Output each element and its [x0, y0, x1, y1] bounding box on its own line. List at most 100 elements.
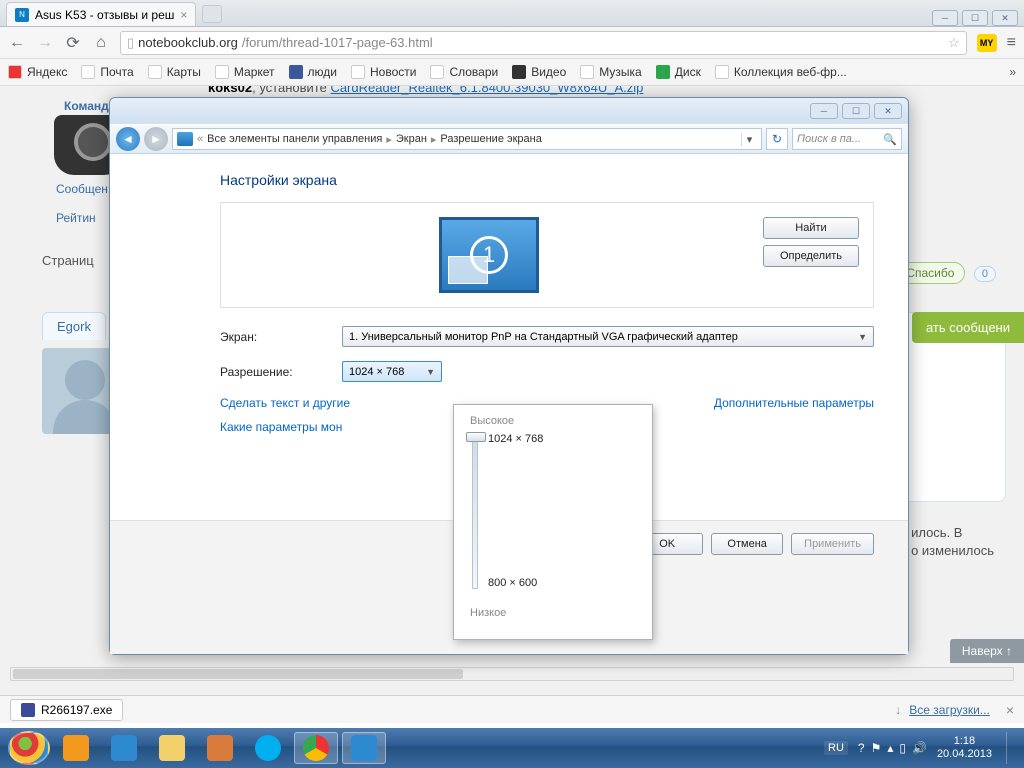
taskbar-item-explorer[interactable] [150, 732, 194, 764]
new-message-button[interactable]: ать сообщени [912, 312, 1024, 343]
scrollbar-thumb[interactable] [13, 669, 463, 679]
chevron-icon: « [197, 133, 203, 145]
scroll-top-button[interactable]: Наверх ↑ [950, 639, 1024, 663]
nav-back-icon[interactable]: ◄ [116, 127, 140, 151]
bookmarks-overflow-icon[interactable]: » [1009, 65, 1016, 79]
media-player-icon [63, 735, 89, 761]
bookmark-favicon [289, 65, 303, 79]
window-close-icon[interactable]: ✕ [874, 103, 902, 119]
bookmark-item[interactable]: Почта [81, 65, 133, 79]
resolution-label: Разрешение: [220, 365, 342, 379]
resolution-slider[interactable] [472, 433, 478, 589]
slider-thumb[interactable] [466, 432, 486, 442]
chrome-minimize-icon[interactable]: ─ [932, 10, 958, 26]
bookmark-favicon [512, 65, 526, 79]
bookmark-item[interactable]: Музыка [580, 65, 641, 79]
resolution-option[interactable]: 1024 × 768 [488, 433, 543, 445]
network-icon[interactable]: ▯ [899, 741, 906, 755]
monitor-thumbnail[interactable]: 1 [439, 217, 539, 293]
language-indicator[interactable]: RU [824, 741, 848, 755]
taskbar-item-controlpanel[interactable] [342, 732, 386, 764]
bookmark-item[interactable]: Новости [351, 65, 416, 79]
breadcrumb-item[interactable]: Экран [396, 133, 427, 145]
extension-icon[interactable]: MY [977, 34, 997, 52]
apply-button: Применить [791, 533, 874, 555]
explorer-nav: ◄ ► « Все элементы панели управления ▸ Э… [110, 124, 908, 154]
download-item[interactable]: R266197.exe [10, 699, 123, 721]
window-maximize-icon[interactable]: ☐ [842, 103, 870, 119]
resolution-slider-popup: Высокое 1024 × 768 800 × 600 Низкое [453, 404, 653, 640]
window-minimize-icon[interactable]: ─ [810, 103, 838, 119]
bookmark-item[interactable]: Коллекция веб-фр... [715, 65, 847, 79]
address-bar: ← → ⟳ ⌂ ▯ notebookclub.org/forum/thread-… [0, 27, 1024, 59]
post-link[interactable]: CardReader_Realtek_6.1.8400.39030_W8x64U… [330, 86, 643, 95]
chrome-menu-icon[interactable]: ≡ [1007, 34, 1016, 52]
taskbar-item-media[interactable] [54, 732, 98, 764]
url-host: notebookclub.org [138, 35, 238, 50]
bookmark-item[interactable]: Диск [656, 65, 701, 79]
breadcrumb-item[interactable]: Все элементы панели управления [207, 133, 382, 145]
breadcrumb[interactable]: « Все элементы панели управления ▸ Экран… [172, 128, 762, 150]
browser-tab[interactable]: N Asus K53 - отзывы и реш × [6, 2, 196, 26]
bookmark-favicon [215, 65, 229, 79]
taskbar-item-ie[interactable] [102, 732, 146, 764]
chrome-close-icon[interactable]: ✕ [992, 10, 1018, 26]
user-tab[interactable]: Egork [42, 312, 106, 340]
resolution-combobox[interactable]: 1024 × 768 ▼ [342, 361, 442, 382]
url-path: /forum/thread-1017-page-63.html [242, 35, 433, 50]
flag-icon[interactable]: ⚑ [871, 741, 882, 755]
chevron-down-icon: ▼ [858, 332, 867, 342]
bookmarks-bar: Яндекс Почта Карты Маркет люди Новости С… [0, 59, 1024, 86]
chrome-maximize-icon[interactable]: ☐ [962, 10, 988, 26]
reload-icon[interactable]: ⟳ [64, 34, 82, 52]
skype-icon [255, 735, 281, 761]
monitor-params-link[interactable]: Какие параметры мон [220, 420, 350, 434]
taskbar-item-app[interactable] [198, 732, 242, 764]
breadcrumb-dropdown-icon[interactable]: ▾ [741, 133, 757, 146]
bookmark-item[interactable]: Яндекс [8, 65, 67, 79]
detect-button[interactable]: Определить [763, 245, 859, 267]
bookmark-item[interactable]: Видео [512, 65, 566, 79]
taskbar-item-chrome[interactable] [294, 732, 338, 764]
volume-icon[interactable]: 🔊 [912, 741, 927, 755]
help-icon[interactable]: ? [858, 741, 865, 755]
browser-tabstrip: N Asus K53 - отзывы и реш × ─ ☐ ✕ [0, 0, 1024, 27]
forward-icon: → [36, 34, 54, 52]
bookmark-star-icon[interactable]: ☆ [948, 35, 960, 51]
breadcrumb-item[interactable]: Разрешение экрана [440, 133, 541, 145]
resolution-option[interactable]: 800 × 600 [488, 577, 543, 589]
bookmark-favicon [351, 65, 365, 79]
cancel-button[interactable]: Отмена [711, 533, 783, 555]
thanks-count: 0 [974, 266, 996, 282]
page-icon: ▯ [127, 35, 134, 51]
show-desktop-button[interactable] [1006, 732, 1016, 764]
taskbar-item-skype[interactable] [246, 732, 290, 764]
new-tab-button[interactable] [202, 5, 222, 23]
refresh-icon[interactable]: ↻ [766, 128, 788, 150]
downloads-close-icon[interactable]: × [1006, 702, 1014, 718]
advanced-params-link[interactable]: Дополнительные параметры [714, 396, 874, 410]
show-all-downloads-link[interactable]: Все загрузки... [909, 703, 990, 717]
download-arrow-icon: ↓ [895, 703, 901, 717]
screen-combobox[interactable]: 1. Универсальный монитор PnP на Стандарт… [342, 326, 874, 347]
search-input[interactable]: Поиск в па... 🔍 [792, 128, 902, 150]
url-input[interactable]: ▯ notebookclub.org/forum/thread-1017-pag… [120, 31, 967, 55]
tray-up-icon[interactable]: ▴ [887, 741, 893, 755]
find-button[interactable]: Найти [763, 217, 859, 239]
bookmark-favicon [656, 65, 670, 79]
text-size-link[interactable]: Сделать текст и другие [220, 396, 350, 410]
bookmark-item[interactable]: Карты [148, 65, 201, 79]
start-button[interactable] [8, 731, 50, 765]
bookmark-item[interactable]: Маркет [215, 65, 275, 79]
home-icon[interactable]: ⌂ [92, 34, 110, 52]
clock[interactable]: 1:18 20.04.2013 [937, 735, 992, 761]
horizontal-scrollbar[interactable] [10, 667, 1014, 681]
back-icon[interactable]: ← [8, 34, 26, 52]
bookmark-item[interactable]: люди [289, 65, 337, 79]
post-fragment: илось. Во изменилось [911, 524, 994, 560]
tab-close-icon[interactable]: × [180, 8, 187, 22]
folder-icon [159, 735, 185, 761]
bookmark-item[interactable]: Словари [430, 65, 498, 79]
window-titlebar[interactable]: ─ ☐ ✕ [110, 98, 908, 124]
bookmark-favicon [81, 65, 95, 79]
